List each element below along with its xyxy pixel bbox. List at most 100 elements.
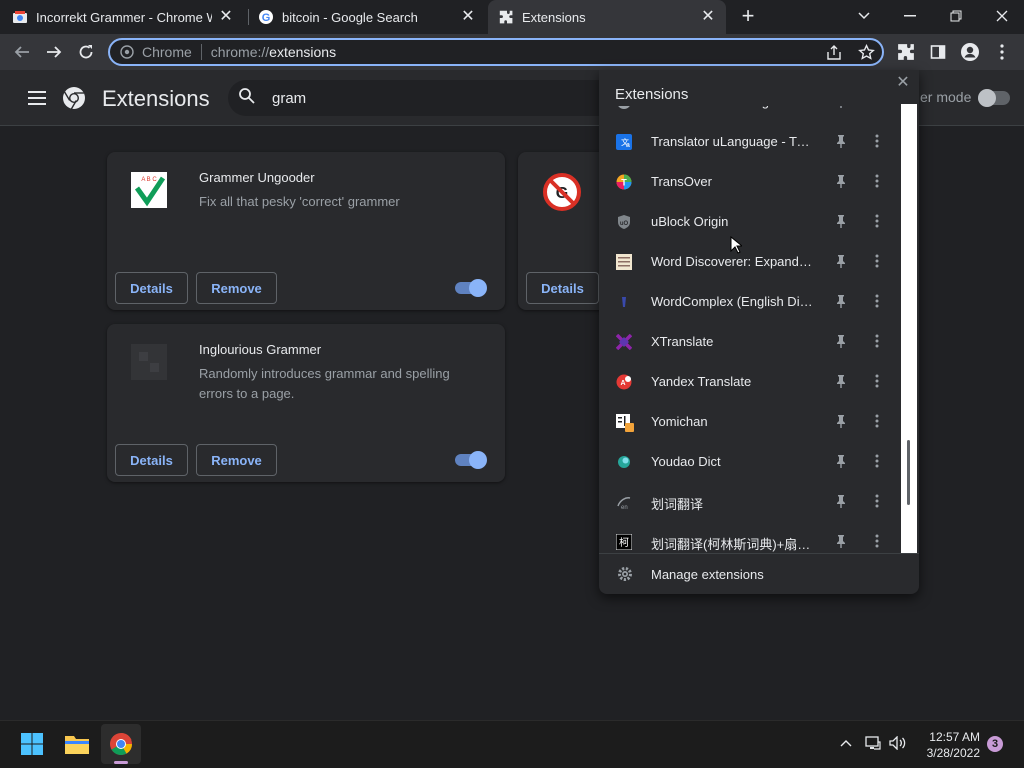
remove-button[interactable]: Remove — [196, 444, 277, 476]
details-button[interactable]: Details — [115, 444, 188, 476]
more-options-icon[interactable] — [875, 414, 889, 430]
tab-strip: Incorrekt Grammer - Chrome We ✕ G bitcoi… — [0, 0, 1024, 34]
list-item[interactable]: en 划词翻译 — [599, 482, 901, 522]
list-item[interactable]: XTranslate — [599, 322, 901, 362]
pin-icon[interactable] — [835, 414, 849, 430]
tab-extensions[interactable]: Extensions ✕ — [488, 0, 726, 34]
extension-name: Grammer Ungooder — [199, 170, 315, 185]
details-button[interactable]: Details — [115, 272, 188, 304]
manage-extensions-link[interactable]: Manage extensions — [599, 553, 919, 594]
tab-incorrekt-grammer[interactable]: Incorrekt Grammer - Chrome We ✕ — [12, 0, 244, 34]
pin-icon[interactable] — [835, 374, 849, 390]
enable-toggle[interactable] — [455, 279, 487, 297]
extension-item-name: TransOver — [651, 174, 712, 189]
hamburger-menu-icon[interactable] — [28, 91, 46, 110]
list-item[interactable]: uO uBlock Origin — [599, 202, 901, 242]
pin-icon[interactable] — [835, 534, 849, 550]
list-item[interactable]: WordComplex (English Dicti... — [599, 282, 901, 322]
popup-scrollbar-thumb[interactable] — [907, 440, 910, 505]
word-discoverer-icon — [616, 254, 632, 270]
extension-item-name: 划词翻译(柯林斯词典)+扇贝... — [651, 537, 813, 552]
network-icon[interactable] — [864, 735, 882, 751]
svg-text:T: T — [621, 178, 627, 188]
extension-search-box[interactable] — [228, 80, 618, 116]
forward-arrow-icon[interactable] — [42, 40, 66, 64]
show-hidden-icons-chevron-up-icon[interactable] — [838, 735, 854, 751]
enable-toggle[interactable] — [455, 451, 487, 469]
remove-button[interactable]: Remove — [196, 272, 277, 304]
bookmark-star-icon[interactable] — [858, 44, 875, 61]
extension-item-name: 划词翻译 — [651, 497, 704, 512]
google-favicon-icon: G — [258, 9, 274, 25]
chrome-webstore-favicon-icon — [12, 9, 28, 25]
minimize-icon[interactable] — [896, 4, 924, 28]
close-tab-icon[interactable]: ✕ — [460, 9, 476, 25]
toggle-knob — [469, 451, 487, 469]
list-item[interactable]: T TransOver — [599, 162, 901, 202]
toggle-knob — [469, 279, 487, 297]
pin-icon[interactable] — [835, 454, 849, 470]
tab-title: Extensions — [522, 9, 586, 25]
reload-icon[interactable] — [74, 40, 98, 64]
list-item[interactable]: Word Discoverer: Expand yo... — [599, 242, 901, 282]
windows-start-icon[interactable] — [12, 724, 52, 764]
details-button[interactable]: Details — [526, 272, 599, 304]
kebab-menu-icon[interactable] — [990, 40, 1014, 64]
more-options-icon[interactable] — [875, 254, 889, 270]
address-bar[interactable]: Chrome chrome://extensions — [108, 38, 884, 66]
close-tab-icon[interactable]: ✕ — [218, 9, 234, 25]
wordcomplex-icon — [616, 294, 632, 310]
more-options-icon[interactable] — [875, 334, 889, 350]
restore-icon[interactable] — [942, 4, 970, 28]
pin-icon[interactable] — [835, 254, 849, 270]
more-options-icon[interactable] — [875, 174, 889, 190]
more-options-icon[interactable] — [875, 134, 889, 150]
notification-badge[interactable]: 3 — [987, 736, 1003, 752]
extension-name: Inglourious Grammer — [199, 342, 322, 357]
pin-icon[interactable] — [835, 134, 849, 150]
pin-icon[interactable] — [835, 294, 849, 310]
yomichan-icon — [616, 414, 634, 432]
more-options-icon[interactable] — [875, 294, 889, 310]
more-options-icon[interactable] — [875, 214, 889, 230]
list-item[interactable]: 文a Translator uLanguage - Tran... — [599, 122, 901, 162]
file-explorer-icon[interactable] — [57, 724, 97, 764]
close-window-icon[interactable] — [988, 4, 1016, 28]
chrome-site-icon[interactable] — [120, 45, 134, 59]
list-item[interactable]: A Yandex Translate — [599, 362, 901, 402]
close-popup-icon[interactable]: ✕ — [895, 75, 911, 91]
side-panel-icon[interactable] — [926, 40, 950, 64]
extension-description: Fix all that pesky 'correct' grammer — [199, 194, 400, 209]
list-item[interactable]: Yomichan — [599, 402, 901, 442]
popup-title: Extensions — [615, 86, 689, 103]
close-tab-icon[interactable]: ✕ — [700, 9, 716, 25]
grammer-ungooder-icon: A B C — [131, 172, 167, 208]
more-options-icon[interactable] — [875, 454, 889, 470]
tab-title: Incorrekt Grammer - Chrome We — [36, 9, 212, 25]
pin-icon[interactable] — [835, 174, 849, 190]
more-options-icon[interactable] — [875, 494, 889, 510]
pin-icon[interactable] — [835, 494, 849, 510]
chrome-taskbar-icon[interactable] — [101, 724, 141, 764]
pin-icon[interactable] — [835, 334, 849, 350]
back-arrow-icon[interactable] — [10, 40, 34, 64]
taskbar-clock[interactable]: 12:57 AM 3/28/2022 — [900, 729, 980, 761]
more-options-icon[interactable] — [875, 374, 889, 390]
profile-avatar-icon[interactable] — [958, 40, 982, 64]
new-tab-button[interactable]: + — [737, 5, 759, 29]
share-icon[interactable] — [826, 45, 842, 61]
tab-search-chevron-down-icon[interactable] — [850, 4, 878, 28]
ublock-icon: uO — [616, 214, 632, 230]
extension-description: Randomly introduces grammar and spelling… — [199, 366, 450, 401]
extensions-puzzle-icon[interactable] — [894, 40, 918, 64]
list-item[interactable]: 柯 划词翻译(柯林斯词典)+扇贝... — [599, 522, 901, 553]
search-input[interactable] — [272, 89, 572, 107]
tab-bitcoin-search[interactable]: G bitcoin - Google Search ✕ — [258, 0, 486, 34]
more-options-icon[interactable] — [875, 534, 889, 550]
developer-mode-toggle[interactable] — [978, 89, 1010, 107]
list-item[interactable]: Youdao Dict — [599, 442, 901, 482]
clock-date: 3/28/2022 — [926, 746, 980, 760]
gear-icon — [617, 566, 633, 587]
pin-icon[interactable] — [835, 214, 849, 230]
address-divider — [200, 44, 202, 60]
